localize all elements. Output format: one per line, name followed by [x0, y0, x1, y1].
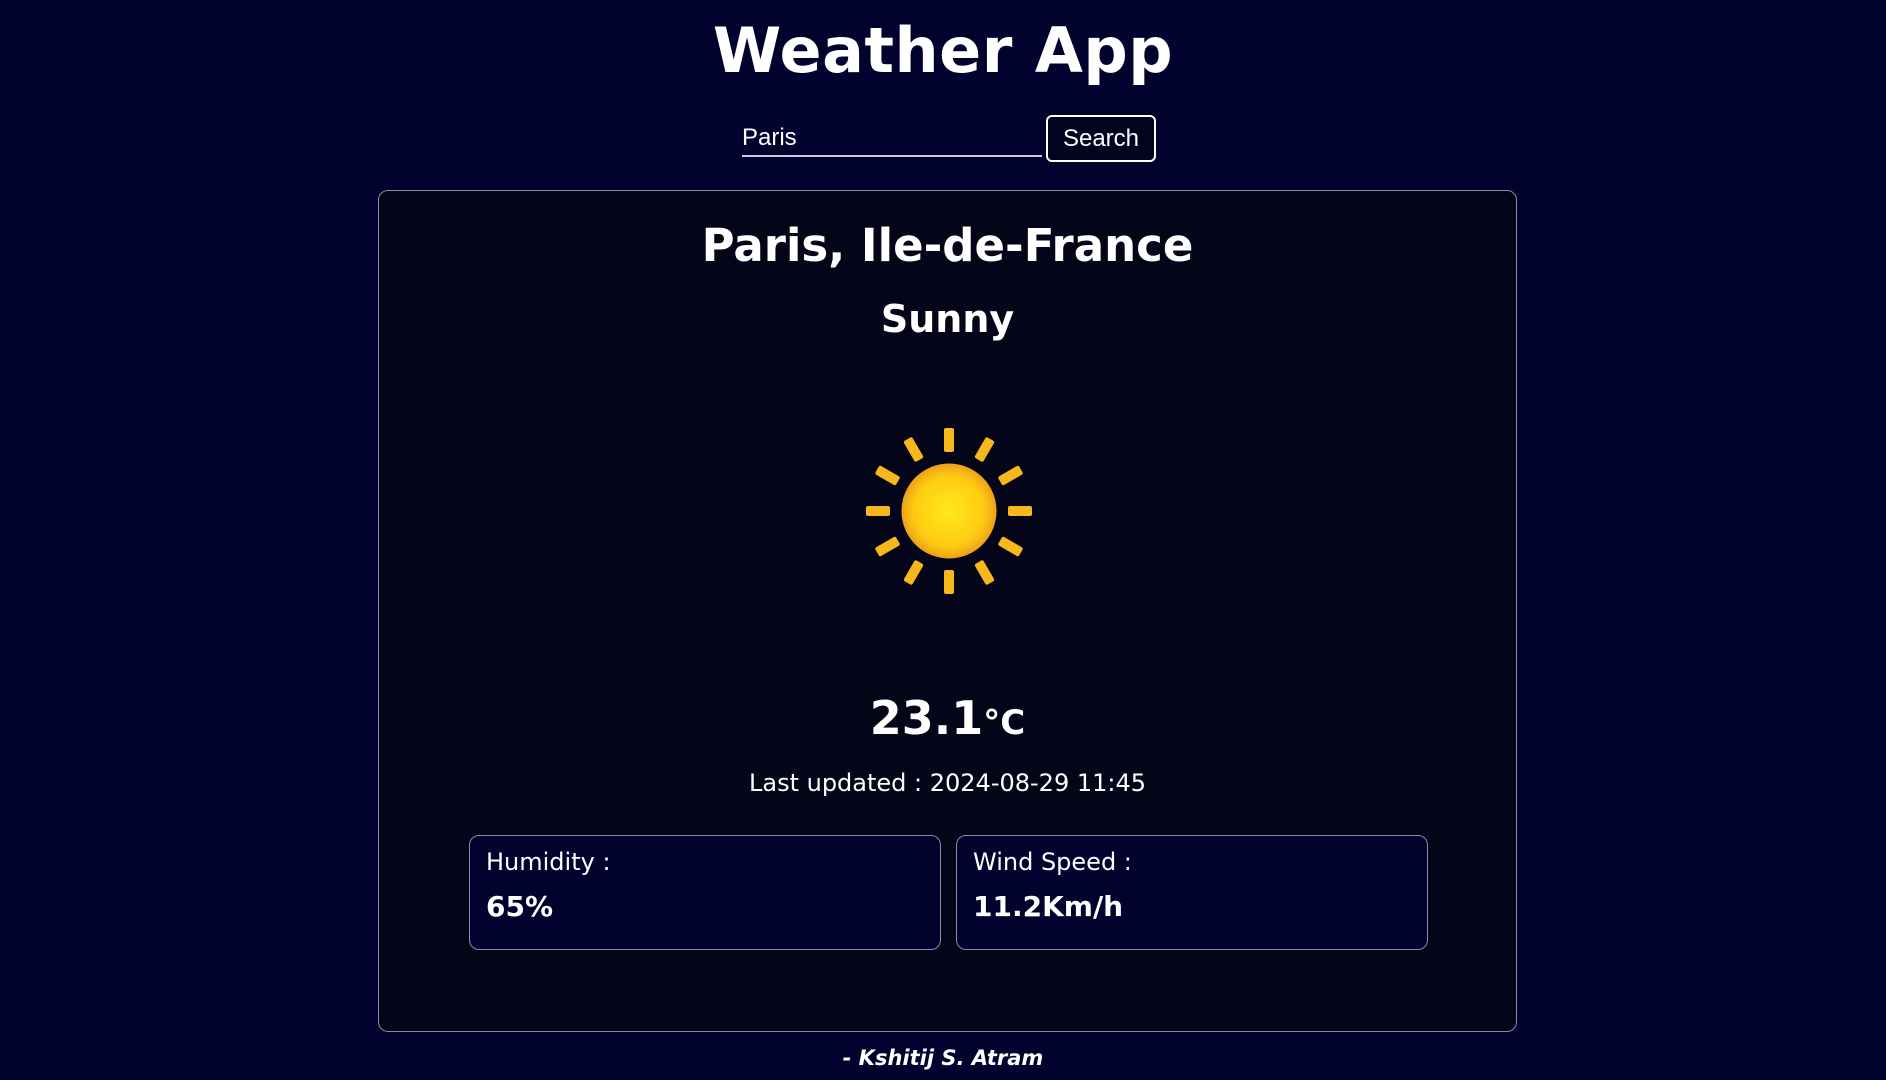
search-input[interactable] [742, 123, 1042, 157]
humidity-value: 65% [486, 890, 554, 923]
weather-card: Paris, Ile-de-France Sunny 23.1°C Last u… [378, 190, 1517, 1032]
author-credit: - Kshitij S. Atram [842, 1046, 1044, 1070]
humidity-label: Humidity : [486, 848, 611, 876]
weather-condition: Sunny [880, 297, 1015, 341]
search-button[interactable]: Search [1046, 115, 1156, 162]
temperature-unit: °C [983, 703, 1026, 743]
wind-speed-label: Wind Speed : [973, 848, 1132, 876]
humidity-card: Humidity : 65% [469, 835, 941, 950]
temperature: 23.1°C [379, 691, 1516, 745]
last-updated: Last updated : 2024-08-29 11:45 [748, 769, 1147, 797]
search-bar: Search [742, 115, 1156, 163]
temperature-value: 23.1 [869, 691, 984, 745]
wind-speed-card: Wind Speed : 11.2Km/h [956, 835, 1428, 950]
sun-icon [866, 428, 1032, 594]
app-title: Weather App [712, 14, 1174, 87]
wind-speed-value: 11.2Km/h [973, 890, 1124, 923]
location-name: Paris, Ile-de-France [701, 219, 1194, 272]
